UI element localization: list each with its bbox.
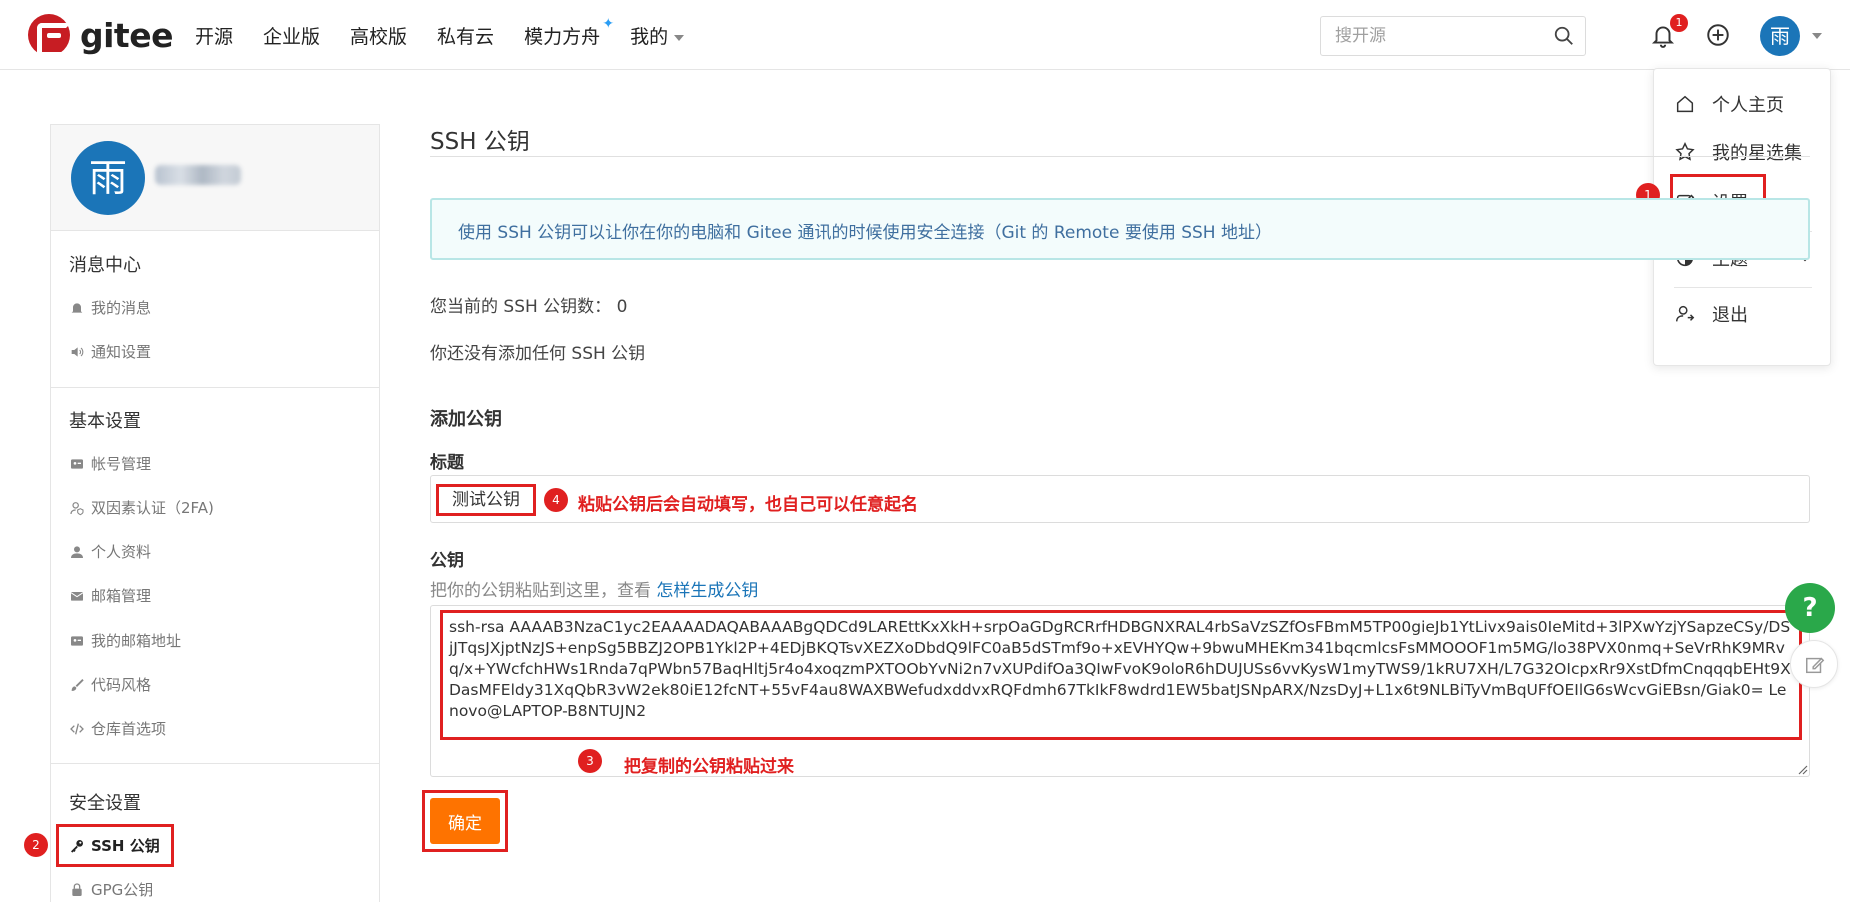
home-icon — [1676, 95, 1694, 113]
gitee-logo-icon — [28, 14, 71, 57]
lock-icon — [72, 882, 82, 896]
feedback-button[interactable] — [1790, 640, 1838, 688]
sidebar-item-label: 帐号管理 — [91, 455, 152, 473]
notification-badge: 1 — [1670, 14, 1688, 32]
menu-item-logout[interactable]: 退出 — [1674, 301, 1748, 327]
gitee-logo[interactable]: gitee — [28, 14, 173, 57]
step-3-marker: 3 — [578, 749, 602, 773]
sidebar-item-account[interactable]: 帐号管理 — [69, 453, 151, 474]
sidebar-divider — [51, 763, 379, 764]
main-nav: 开源 企业版 高校版 私有云 模力方舟 ✦ 我的 — [195, 16, 714, 49]
avatar-chevron-down-icon[interactable] — [1812, 33, 1822, 39]
key-title-value[interactable]: 测试公钥 — [436, 484, 536, 516]
sidebar-item-label: 代码风格 — [91, 676, 152, 694]
info-notice: 使用 SSH 公钥可以让你在你的电脑和 Gitee 通讯的时候使用安全连接（Gi… — [430, 198, 1810, 260]
logo-text: gitee — [80, 15, 173, 55]
step-2-marker: 2 — [24, 833, 48, 857]
confirm-button[interactable]: 确定 — [430, 798, 500, 844]
sidebar-item-my-email-address[interactable]: 我的邮箱地址 — [69, 630, 181, 651]
add-key-heading: 添加公钥 — [430, 409, 502, 430]
sidebar-item-profile[interactable]: 个人资料 — [69, 541, 151, 562]
brush-icon — [71, 678, 84, 691]
logout-icon — [1676, 305, 1695, 322]
speaker-icon — [71, 346, 84, 357]
top-navbar: gitee 开源 企业版 高校版 私有云 模力方舟✦ 我的 1 雨 — [0, 0, 1850, 70]
sidebar-item-label: 邮箱管理 — [91, 587, 152, 605]
user-avatar[interactable]: 雨 — [1760, 16, 1800, 56]
search-icon[interactable] — [1553, 25, 1575, 47]
public-key-value[interactable]: ssh-rsa AAAAB3NzaC1yc2EAAAADAQABAAABgQDC… — [440, 610, 1802, 740]
title-divider — [430, 156, 1810, 157]
menu-item-homepage[interactable]: 个人主页 — [1674, 91, 1784, 117]
ssh-key-count: 您当前的 SSH 公钥数： 0 — [430, 297, 628, 317]
star-icon — [1675, 142, 1695, 161]
how-to-generate-key-link[interactable]: 怎样生成公钥 — [656, 581, 758, 601]
key-hint-text: 把你的公钥粘贴到这里，查看 — [430, 581, 657, 601]
feedback-edit-icon — [1806, 657, 1825, 674]
sidebar-item-email-management[interactable]: 邮箱管理 — [69, 585, 151, 606]
page-title: SSH 公钥 — [430, 129, 530, 155]
search-box — [1320, 16, 1586, 56]
menu-item-label: 退出 — [1712, 305, 1748, 326]
sidebar-item-label: 我的邮箱地址 — [91, 632, 182, 650]
menu-item-label: 我的星选集 — [1712, 143, 1802, 164]
key-hint: 把你的公钥粘贴到这里，查看 怎样生成公钥 — [430, 576, 758, 601]
blurred-username — [155, 165, 241, 185]
user-shield-icon — [70, 501, 84, 515]
nav-private-cloud[interactable]: 私有云 — [437, 22, 494, 49]
sidebar-item-repo-preferences[interactable]: 仓库首选项 — [69, 718, 166, 739]
sidebar-item-code-style[interactable]: 代码风格 — [69, 674, 151, 695]
sidebar-item-notification-settings[interactable]: 通知设置 — [69, 341, 151, 362]
sidebar-item-label: 个人资料 — [91, 543, 152, 561]
id-card-icon — [71, 458, 83, 469]
resize-handle-icon[interactable] — [1796, 763, 1808, 775]
sidebar-item-gpg-keys[interactable]: GPG公钥 — [69, 879, 153, 900]
sidebar-item-label: 双因素认证（2FA) — [91, 499, 214, 517]
highlight-ssh-keys — [56, 824, 174, 867]
section-security-settings: 安全设置 — [69, 793, 141, 814]
search-input[interactable] — [1321, 17, 1541, 55]
menu-item-collections[interactable]: 我的星选集 — [1674, 139, 1802, 165]
chevron-down-icon — [674, 34, 685, 41]
sidebar-item-label: 我的消息 — [91, 299, 152, 317]
bell-icon — [71, 302, 83, 313]
annotation-auto-fill: 粘贴公钥后会自动填写，也自己可以任意起名 — [578, 495, 918, 515]
section-basic-settings: 基本设置 — [69, 411, 141, 432]
sidebar-item-2fa[interactable]: 双因素认证（2FA) — [69, 497, 214, 518]
code-icon — [70, 723, 84, 734]
nav-mine-label: 我的 — [630, 26, 669, 48]
nav-enterprise[interactable]: 企业版 — [263, 22, 320, 49]
nav-open-source[interactable]: 开源 — [195, 22, 233, 49]
envelope-icon — [70, 591, 84, 601]
sparkle-icon: ✦ — [602, 16, 615, 32]
step-4-marker: 4 — [544, 488, 568, 512]
sidebar-divider — [51, 387, 379, 388]
nav-education[interactable]: 高校版 — [350, 22, 407, 49]
annotation-paste-key: 把复制的公钥粘贴过来 — [624, 757, 794, 777]
sidebar-item-label: 通知设置 — [91, 343, 152, 361]
sidebar-item-label: GPG公钥 — [91, 881, 154, 899]
plus-circle-icon[interactable] — [1705, 22, 1731, 48]
nav-mine[interactable]: 我的 — [630, 22, 685, 49]
empty-keys-text: 你还没有添加任何 SSH 公钥 — [430, 344, 646, 364]
menu-divider — [1674, 287, 1812, 288]
profile-avatar[interactable]: 雨 — [71, 141, 145, 215]
sidebar-item-my-messages[interactable]: 我的消息 — [69, 297, 151, 318]
nav-moli-label: 模力方舟 — [524, 26, 601, 48]
settings-sidebar: 雨 消息中心 我的消息 通知设置 基本设置 帐号管理 双因素认证（2FA) 个人… — [50, 124, 380, 902]
nav-moli[interactable]: 模力方舟 ✦ — [524, 16, 614, 49]
help-button[interactable]: ? — [1785, 583, 1835, 633]
key-field-label: 公钥 — [430, 551, 464, 571]
menu-item-label: 个人主页 — [1712, 95, 1784, 116]
section-message-center: 消息中心 — [69, 255, 141, 276]
user-icon — [71, 545, 83, 558]
title-field-label: 标题 — [430, 453, 464, 473]
sidebar-profile: 雨 — [51, 125, 379, 231]
sidebar-item-label: 仓库首选项 — [91, 720, 167, 738]
address-card-icon — [71, 635, 83, 646]
